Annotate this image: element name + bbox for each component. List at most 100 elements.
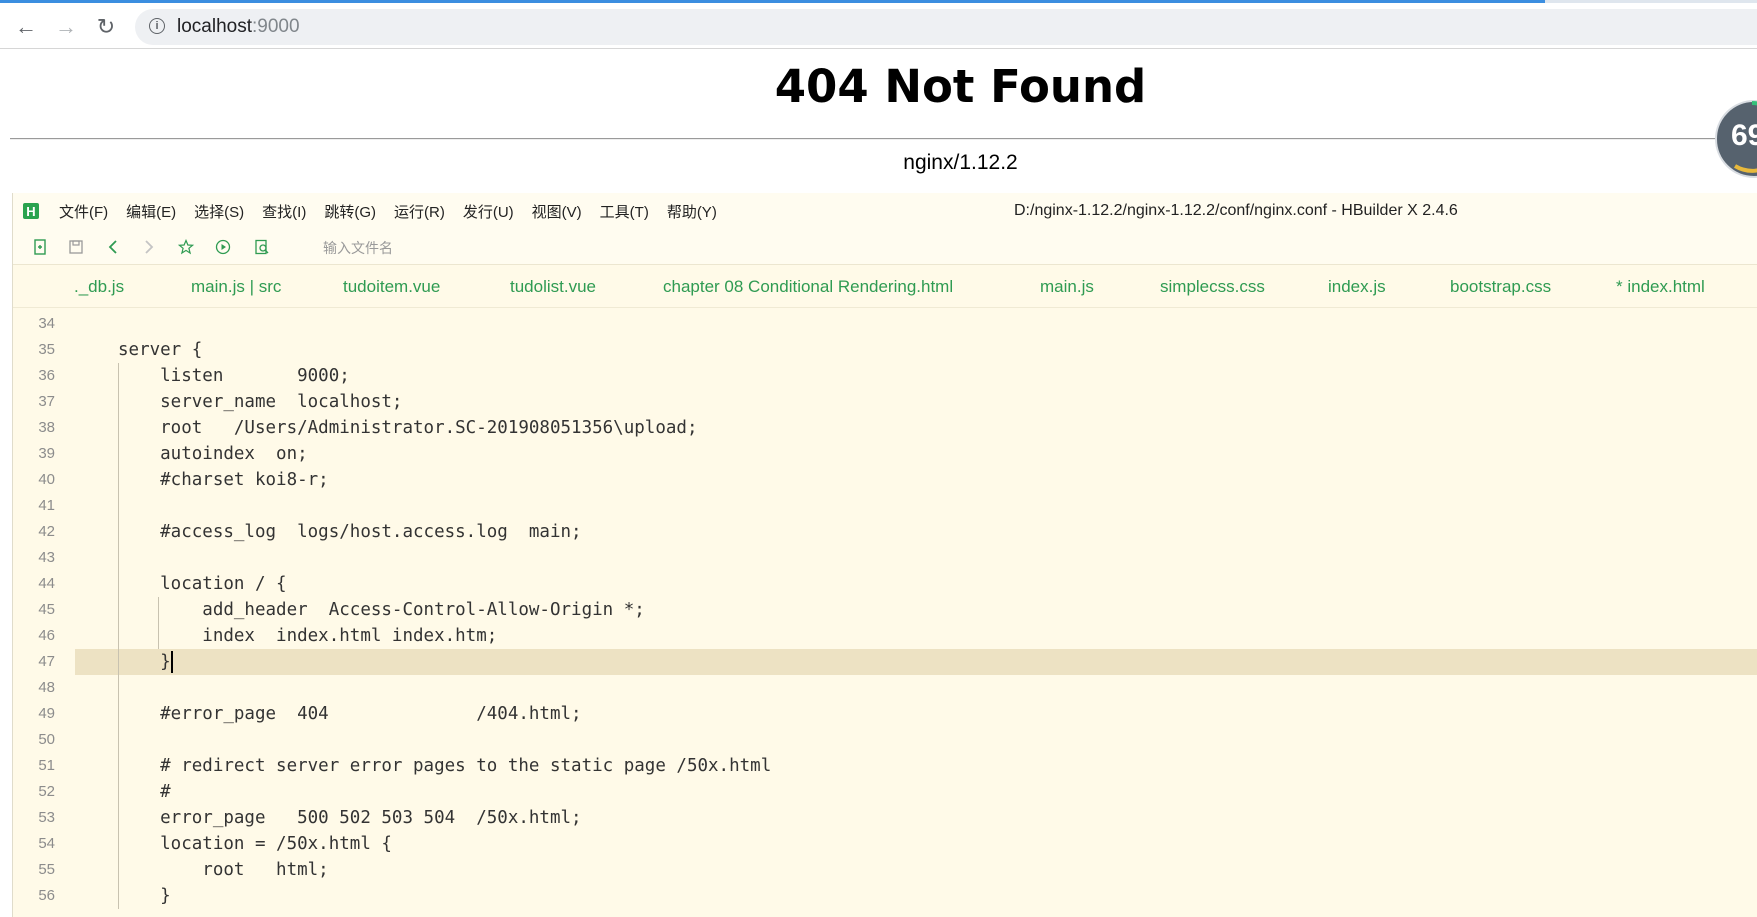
code-line[interactable]: 39 autoindex on;: [13, 441, 1757, 467]
code-text[interactable]: #charset koi8-r;: [118, 467, 329, 493]
line-number: 44: [38, 575, 55, 592]
save-icon[interactable]: [67, 238, 85, 256]
code-line[interactable]: 42 #access_log logs/host.access.log main…: [13, 519, 1757, 545]
line-number: 49: [38, 705, 55, 722]
code-line[interactable]: 48: [13, 675, 1757, 701]
code-line[interactable]: 35 server {: [13, 337, 1757, 363]
indent-guide: [118, 363, 119, 909]
menu-run[interactable]: 运行(R): [394, 201, 445, 222]
line-number: 54: [38, 835, 55, 852]
tab-db-js[interactable]: ._db.js: [74, 277, 124, 297]
code-text[interactable]: listen 9000;: [118, 363, 350, 389]
menu-file[interactable]: 文件(F): [59, 201, 108, 222]
current-line-highlight: [75, 649, 1757, 675]
preview-icon[interactable]: [253, 238, 271, 256]
browser-toolbar: ← → ↻ i localhost:9000: [0, 3, 1757, 49]
badge-value: 69: [1731, 119, 1757, 152]
code-line[interactable]: 54 location = /50x.html {: [13, 831, 1757, 857]
code-text[interactable]: index index.html index.htm;: [118, 623, 497, 649]
code-text[interactable]: }: [118, 649, 173, 675]
code-line[interactable]: 43: [13, 545, 1757, 571]
code-text[interactable]: root html;: [118, 857, 328, 883]
code-text[interactable]: server_name localhost;: [118, 389, 402, 415]
tab-index-js[interactable]: index.js: [1328, 277, 1386, 297]
address-bar[interactable]: i localhost:9000: [135, 9, 1757, 45]
code-line[interactable]: 55 root html;: [13, 857, 1757, 883]
code-text[interactable]: add_header Access-Control-Allow-Origin *…: [118, 597, 645, 623]
forward-arrow-icon: →: [55, 14, 77, 39]
menu-list: 文件(F) 编辑(E) 选择(S) 查找(I) 跳转(G) 运行(R) 发行(U…: [59, 201, 735, 222]
line-number: 56: [38, 887, 55, 904]
hbuilder-window: H 文件(F) 编辑(E) 选择(S) 查找(I) 跳转(G) 运行(R) 发行…: [12, 193, 1757, 917]
page-title: 404 Not Found: [774, 60, 1147, 113]
tab-bootstrap-css[interactable]: bootstrap.css: [1450, 277, 1551, 297]
file-search-input[interactable]: [321, 237, 625, 259]
menu-select[interactable]: 选择(S): [194, 201, 244, 222]
tab-tudolist-vue[interactable]: tudolist.vue: [510, 277, 596, 297]
tab-main-js-src[interactable]: main.js | src: [191, 277, 281, 297]
code-line[interactable]: 50: [13, 727, 1757, 753]
info-icon[interactable]: i: [149, 18, 165, 34]
line-number: 48: [38, 679, 55, 696]
reload-icon: ↻: [96, 14, 116, 39]
line-number: 53: [38, 809, 55, 826]
code-line[interactable]: 38 root /Users/Administrator.SC-20190805…: [13, 415, 1757, 441]
tab-main-js[interactable]: main.js: [1040, 277, 1094, 297]
tab-tudoitem-vue[interactable]: tudoitem.vue: [343, 277, 440, 297]
url-text[interactable]: localhost:9000: [177, 16, 300, 38]
editor-toolbar: [13, 230, 1757, 265]
code-line[interactable]: 51 # redirect server error pages to the …: [13, 753, 1757, 779]
back-button[interactable]: ←: [12, 13, 40, 41]
code-editor[interactable]: 34 35 server {36 listen 9000; 37 server_nam…: [13, 311, 1757, 917]
hbuilder-logo-icon: H: [23, 203, 39, 219]
code-line[interactable]: 56 }: [13, 883, 1757, 909]
run-icon[interactable]: [214, 238, 232, 256]
code-line[interactable]: 45 add_header Access-Control-Allow-Origi…: [13, 597, 1757, 623]
file-tabs: ._db.js main.js | src tudoitem.vue tudol…: [13, 265, 1757, 308]
code-text[interactable]: location = /50x.html {: [118, 831, 392, 857]
forward-button[interactable]: →: [52, 13, 80, 41]
code-line[interactable]: 46 index index.html index.htm;: [13, 623, 1757, 649]
code-text[interactable]: error_page 500 502 503 504 /50x.html;: [118, 805, 581, 831]
forward-nav-icon[interactable]: [140, 238, 158, 256]
line-number: 43: [38, 549, 55, 566]
code-text[interactable]: }: [118, 883, 171, 909]
menu-tools[interactable]: 工具(T): [600, 201, 649, 222]
code-line[interactable]: 41: [13, 493, 1757, 519]
code-text[interactable]: #error_page 404 /404.html;: [118, 701, 581, 727]
code-line[interactable]: 40 #charset koi8-r;: [13, 467, 1757, 493]
code-line[interactable]: 34: [13, 311, 1757, 337]
tab-chapter-08-html[interactable]: chapter 08 Conditional Rendering.html: [663, 277, 953, 297]
back-nav-icon[interactable]: [104, 238, 122, 256]
code-line[interactable]: 52 #: [13, 779, 1757, 805]
menu-goto[interactable]: 跳转(G): [324, 201, 376, 222]
tab-simplecss-css[interactable]: simplecss.css: [1160, 277, 1265, 297]
code-text[interactable]: server {: [118, 337, 202, 363]
new-file-icon[interactable]: [31, 238, 49, 256]
line-number: 39: [38, 445, 55, 462]
code-text[interactable]: #access_log logs/host.access.log main;: [118, 519, 581, 545]
indent-guide: [158, 597, 159, 649]
tab-index-html[interactable]: * index.html: [1616, 277, 1705, 297]
code-text[interactable]: #: [118, 779, 171, 805]
code-text[interactable]: root /Users/Administrator.SC-20190805135…: [118, 415, 697, 441]
menu-edit[interactable]: 编辑(E): [126, 201, 176, 222]
code-line[interactable]: 47 }: [13, 649, 1757, 675]
line-number: 35: [38, 341, 55, 358]
code-line[interactable]: 36 listen 9000;: [13, 363, 1757, 389]
code-text[interactable]: location / {: [118, 571, 286, 597]
code-line[interactable]: 44 location / {: [13, 571, 1757, 597]
menu-find[interactable]: 查找(I): [262, 201, 306, 222]
line-number: 45: [38, 601, 55, 618]
menu-publish[interactable]: 发行(U): [463, 201, 514, 222]
reload-button[interactable]: ↻: [92, 13, 120, 41]
code-line[interactable]: 53 error_page 500 502 503 504 /50x.html;: [13, 805, 1757, 831]
star-icon[interactable]: [177, 238, 195, 256]
menu-view[interactable]: 视图(V): [532, 201, 582, 222]
code-text[interactable]: autoindex on;: [118, 441, 308, 467]
code-line[interactable]: 49 #error_page 404 /404.html;: [13, 701, 1757, 727]
menu-help[interactable]: 帮助(Y): [667, 201, 717, 222]
url-host: localhost: [177, 16, 252, 37]
code-line[interactable]: 37 server_name localhost;: [13, 389, 1757, 415]
code-text[interactable]: # redirect server error pages to the sta…: [118, 753, 771, 779]
